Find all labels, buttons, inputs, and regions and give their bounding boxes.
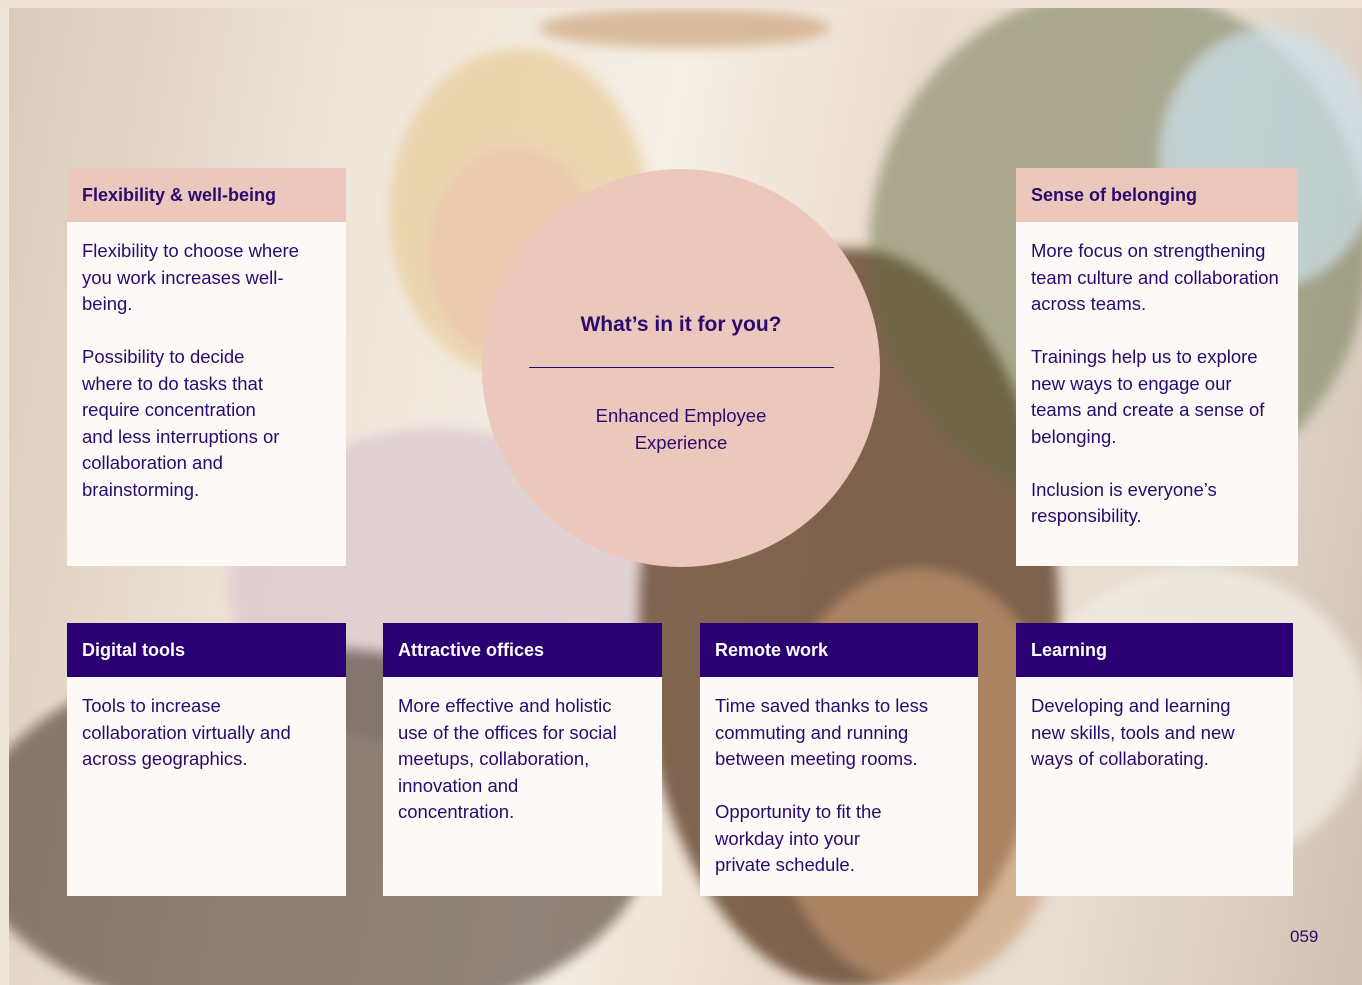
card-title: Digital tools [67,623,346,677]
card-flexibility: Flexibility & well-being Flexibility to … [67,168,346,566]
page-number: 059 [1290,927,1319,946]
card-title: Learning [1016,623,1293,677]
card-attractive-offices: Attractive offices More effective and ho… [383,623,662,896]
card-body: More effective and holistic use of the o… [383,677,662,826]
card-title: Sense of belonging [1016,168,1298,222]
card-title: Attractive offices [383,623,662,677]
card-body: Time saved thanks to less commuting and … [700,677,978,879]
card-remote-work: Remote work Time saved thanks to less co… [700,623,978,896]
circle-subtitle: Enhanced Employee Experience [482,402,880,456]
card-learning: Learning Developing and learning new ski… [1016,623,1293,896]
card-body: Developing and learning new skills, tool… [1016,677,1293,773]
card-body: Flexibility to choose where you work inc… [67,222,346,503]
card-text: Time saved thanks to less commuting and … [715,695,929,769]
card-text: Developing and learning new skills, tool… [1031,695,1235,769]
circle-subtitle-line-1: Enhanced Employee [595,405,767,426]
card-text: Possibility to decide where to do tasks … [82,346,280,500]
card-title: Flexibility & well-being [67,168,346,222]
card-text: Flexibility to choose where you work inc… [82,240,299,314]
circle-subtitle-line-2: Experience [634,432,728,453]
card-text: Inclusion is everyone’s responsibility. [1031,478,1217,527]
card-digital-tools: Digital tools Tools to increase collabor… [67,623,346,896]
card-title: Remote work [700,623,978,677]
card-text: More effective and holistic use of the o… [398,695,617,822]
card-body: Tools to increase collaboration virtuall… [67,677,346,773]
center-circle: What’s in it for you? Enhanced Employee … [482,169,880,567]
card-text: Trainings help us to explore new ways to… [1031,346,1265,447]
top-band [0,0,1362,8]
card-text: Tools to increase collaboration virtuall… [82,695,291,769]
card-body: More focus on strengthening team culture… [1016,222,1298,530]
card-text: Opportunity to fit the workday into your… [715,801,882,875]
circle-divider [529,367,834,368]
card-text: More focus on strengthening team culture… [1031,240,1279,314]
circle-title: What’s in it for you? [580,313,782,336]
card-belonging: Sense of belonging More focus on strengt… [1016,168,1298,566]
